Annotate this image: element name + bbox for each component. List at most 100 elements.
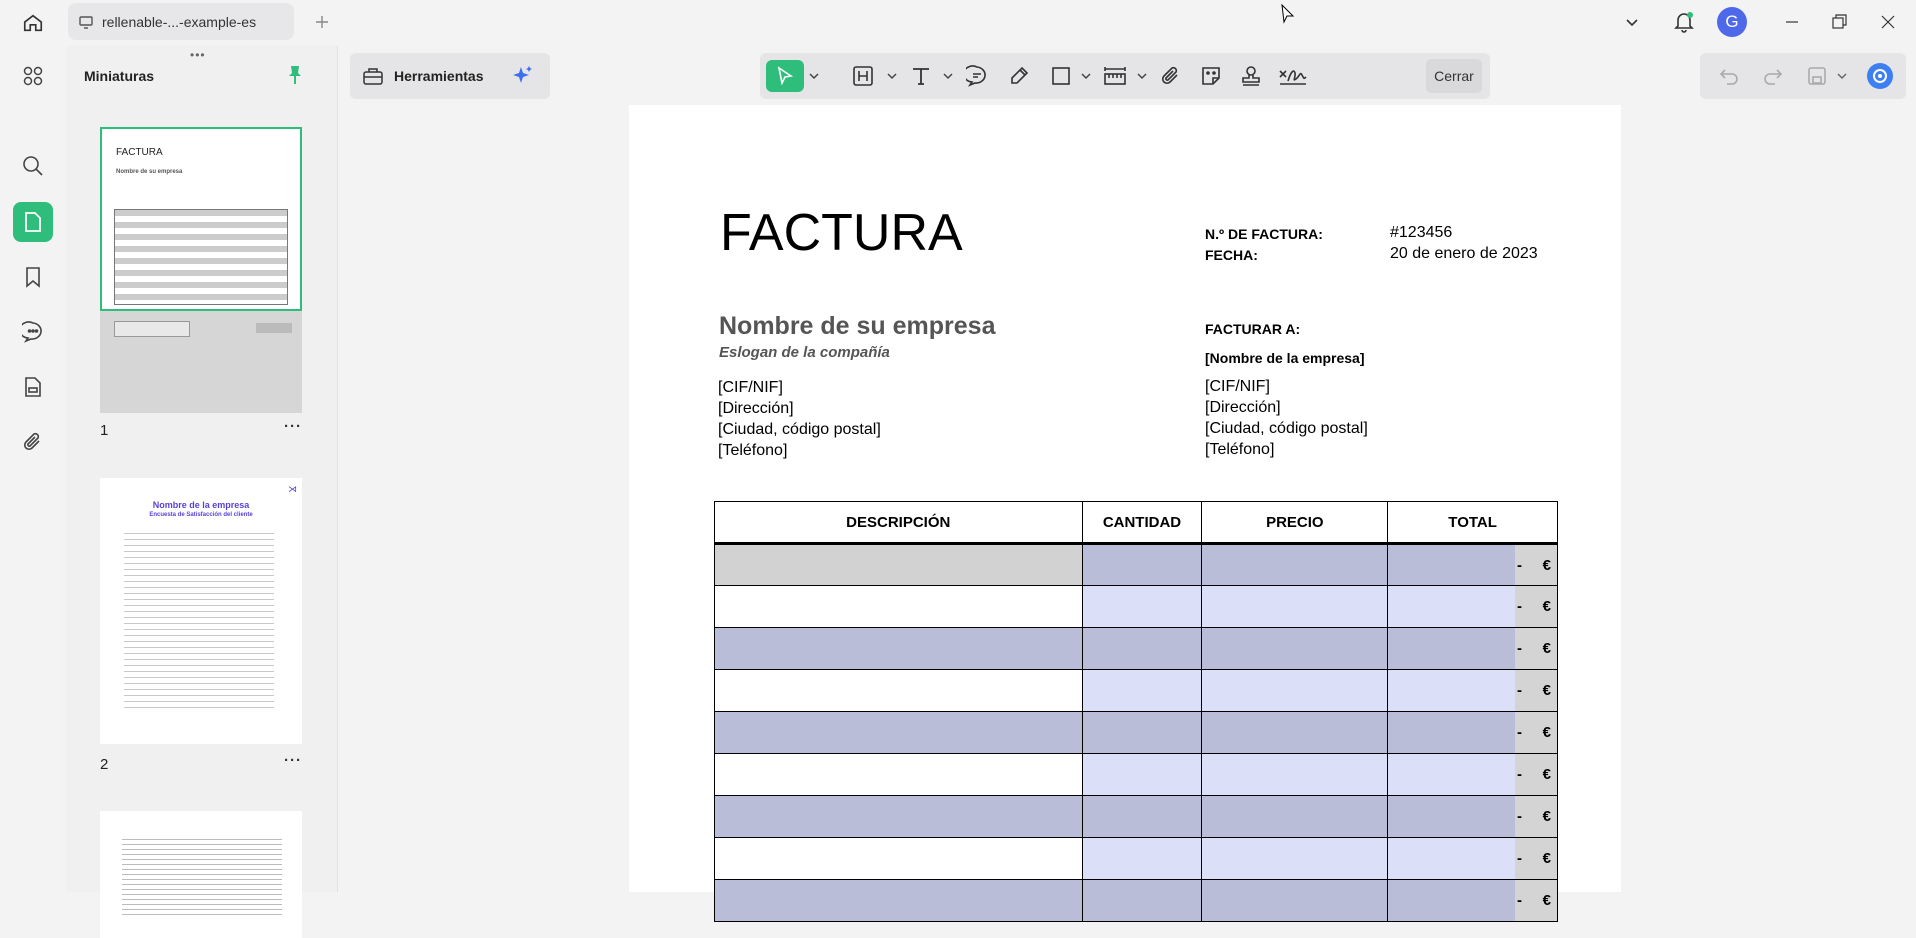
close-toolbar-button[interactable]: Cerrar	[1426, 59, 1482, 93]
ai-assistant-icon[interactable]	[1864, 60, 1896, 92]
quantity-field[interactable]	[1081, 627, 1203, 670]
shape-tool-icon[interactable]	[1046, 60, 1076, 92]
page-2-more-icon[interactable]: ···	[284, 752, 302, 769]
save-dropdown-icon[interactable]	[1834, 60, 1850, 92]
quantity-field[interactable]	[1081, 837, 1203, 880]
save-icon[interactable]	[1802, 60, 1832, 92]
table-row: - €	[714, 879, 1558, 922]
select-tool-icon[interactable]	[766, 60, 804, 92]
panel-title: Miniaturas	[84, 68, 155, 84]
notification-bell-icon[interactable]	[1670, 8, 1698, 36]
apps-icon[interactable]	[13, 56, 53, 96]
page-1-more-icon[interactable]: ···	[284, 418, 302, 435]
table-row: - €	[714, 669, 1558, 712]
highlight-tool-icon[interactable]	[848, 60, 878, 92]
price-field[interactable]	[1201, 753, 1389, 796]
price-field[interactable]	[1201, 669, 1389, 712]
measure-dropdown-icon[interactable]	[1134, 60, 1150, 92]
thumb1-notes-box	[114, 321, 190, 337]
description-field[interactable]	[714, 795, 1083, 838]
pdf-page: FACTURA N.º DE FACTURA: #123456 FECHA: 2…	[629, 105, 1621, 922]
page-thumbnail-3[interactable]	[100, 811, 302, 938]
price-field[interactable]	[1201, 543, 1389, 586]
price-field[interactable]	[1201, 879, 1389, 922]
quantity-field[interactable]	[1081, 669, 1203, 712]
attach-tool-icon[interactable]	[1156, 60, 1186, 92]
user-avatar[interactable]: G	[1717, 7, 1747, 37]
company-line: [Ciudad, código postal]	[718, 421, 881, 438]
tools-label: Herramientas	[394, 68, 484, 84]
quantity-field[interactable]	[1081, 753, 1203, 796]
comment-tool-icon[interactable]	[962, 60, 992, 92]
currency-symbol: €	[1542, 640, 1551, 657]
ai-sparkle-icon[interactable]	[512, 65, 534, 87]
text-tool-icon[interactable]	[906, 60, 936, 92]
thumb1-sub: Nombre de su empresa	[116, 169, 183, 175]
attachment-icon[interactable]	[13, 422, 53, 462]
highlight-dropdown-icon[interactable]	[884, 60, 900, 92]
total-value: -	[1517, 808, 1522, 825]
total-value: -	[1517, 682, 1522, 699]
comments-icon[interactable]	[13, 312, 53, 352]
table-row: - €	[714, 627, 1558, 670]
description-field[interactable]	[714, 837, 1083, 880]
bookmark-icon[interactable]	[13, 257, 53, 297]
chevron-down-icon[interactable]	[1620, 10, 1644, 34]
invoice-title: FACTURA	[720, 204, 963, 262]
redo-icon[interactable]	[1758, 60, 1788, 92]
page-thumbnail-1[interactable]: FACTURA Nombre de su empresa	[100, 127, 302, 413]
company-slogan: Eslogan de la compañía	[719, 344, 890, 361]
invoice-date-value[interactable]: 20 de enero de 2023	[1390, 245, 1538, 263]
sticker-tool-icon[interactable]	[1196, 60, 1226, 92]
home-icon[interactable]	[18, 8, 48, 38]
quantity-field[interactable]	[1081, 795, 1203, 838]
minimize-icon[interactable]	[1780, 10, 1804, 34]
description-field[interactable]	[714, 753, 1083, 796]
undo-icon[interactable]	[1714, 60, 1744, 92]
thumbnails-icon[interactable]	[13, 202, 53, 242]
quantity-field[interactable]	[1081, 585, 1203, 628]
price-field[interactable]	[1201, 795, 1389, 838]
stamp-tool-icon[interactable]	[1236, 60, 1266, 92]
quantity-field[interactable]	[1081, 879, 1203, 922]
total-field: - €	[1387, 837, 1558, 880]
search-icon[interactable]	[13, 146, 53, 186]
description-field[interactable]	[714, 879, 1083, 922]
thumbnail-selection: FACTURA Nombre de su empresa	[100, 127, 302, 311]
document-tab[interactable]: rellenable-...-example-es	[68, 3, 294, 40]
quantity-field[interactable]	[1081, 543, 1203, 586]
description-field[interactable]	[714, 711, 1083, 754]
signature-tool-icon[interactable]	[1276, 60, 1310, 92]
row-total: - €	[1515, 754, 1557, 795]
text-dropdown-icon[interactable]	[940, 60, 956, 92]
invoice-number-value[interactable]: #123456	[1390, 224, 1452, 242]
price-field[interactable]	[1201, 711, 1389, 754]
measure-tool-icon[interactable]	[1100, 60, 1130, 92]
total-field: - €	[1387, 627, 1558, 670]
description-field[interactable]	[714, 543, 1083, 586]
page-thumbnail-2[interactable]: Nombre de la empresa Encuesta de Satisfa…	[100, 478, 302, 744]
panel-resize-handle[interactable]: •••	[190, 48, 206, 62]
description-field[interactable]	[714, 627, 1083, 670]
tools-group[interactable]: Herramientas	[350, 53, 550, 99]
form-fields-icon[interactable]	[13, 367, 53, 407]
currency-symbol: €	[1542, 808, 1551, 825]
price-field[interactable]	[1201, 627, 1389, 670]
quantity-field[interactable]	[1081, 711, 1203, 754]
bill-to-line: [Dirección]	[1205, 399, 1281, 416]
total-field: - €	[1387, 711, 1558, 754]
description-field[interactable]	[714, 669, 1083, 712]
price-field[interactable]	[1201, 585, 1389, 628]
restore-icon[interactable]	[1828, 10, 1852, 34]
bill-to-label: FACTURAR A:	[1205, 321, 1301, 337]
pin-icon[interactable]	[284, 64, 306, 86]
select-dropdown-icon[interactable]	[806, 60, 822, 92]
price-field[interactable]	[1201, 837, 1389, 880]
avatar-initial: G	[1725, 12, 1739, 31]
close-window-icon[interactable]	[1876, 10, 1900, 34]
shape-dropdown-icon[interactable]	[1078, 60, 1094, 92]
currency-symbol: €	[1542, 850, 1551, 867]
pen-tool-icon[interactable]	[1004, 60, 1034, 92]
description-field[interactable]	[714, 585, 1083, 628]
new-tab-icon[interactable]	[310, 10, 334, 34]
